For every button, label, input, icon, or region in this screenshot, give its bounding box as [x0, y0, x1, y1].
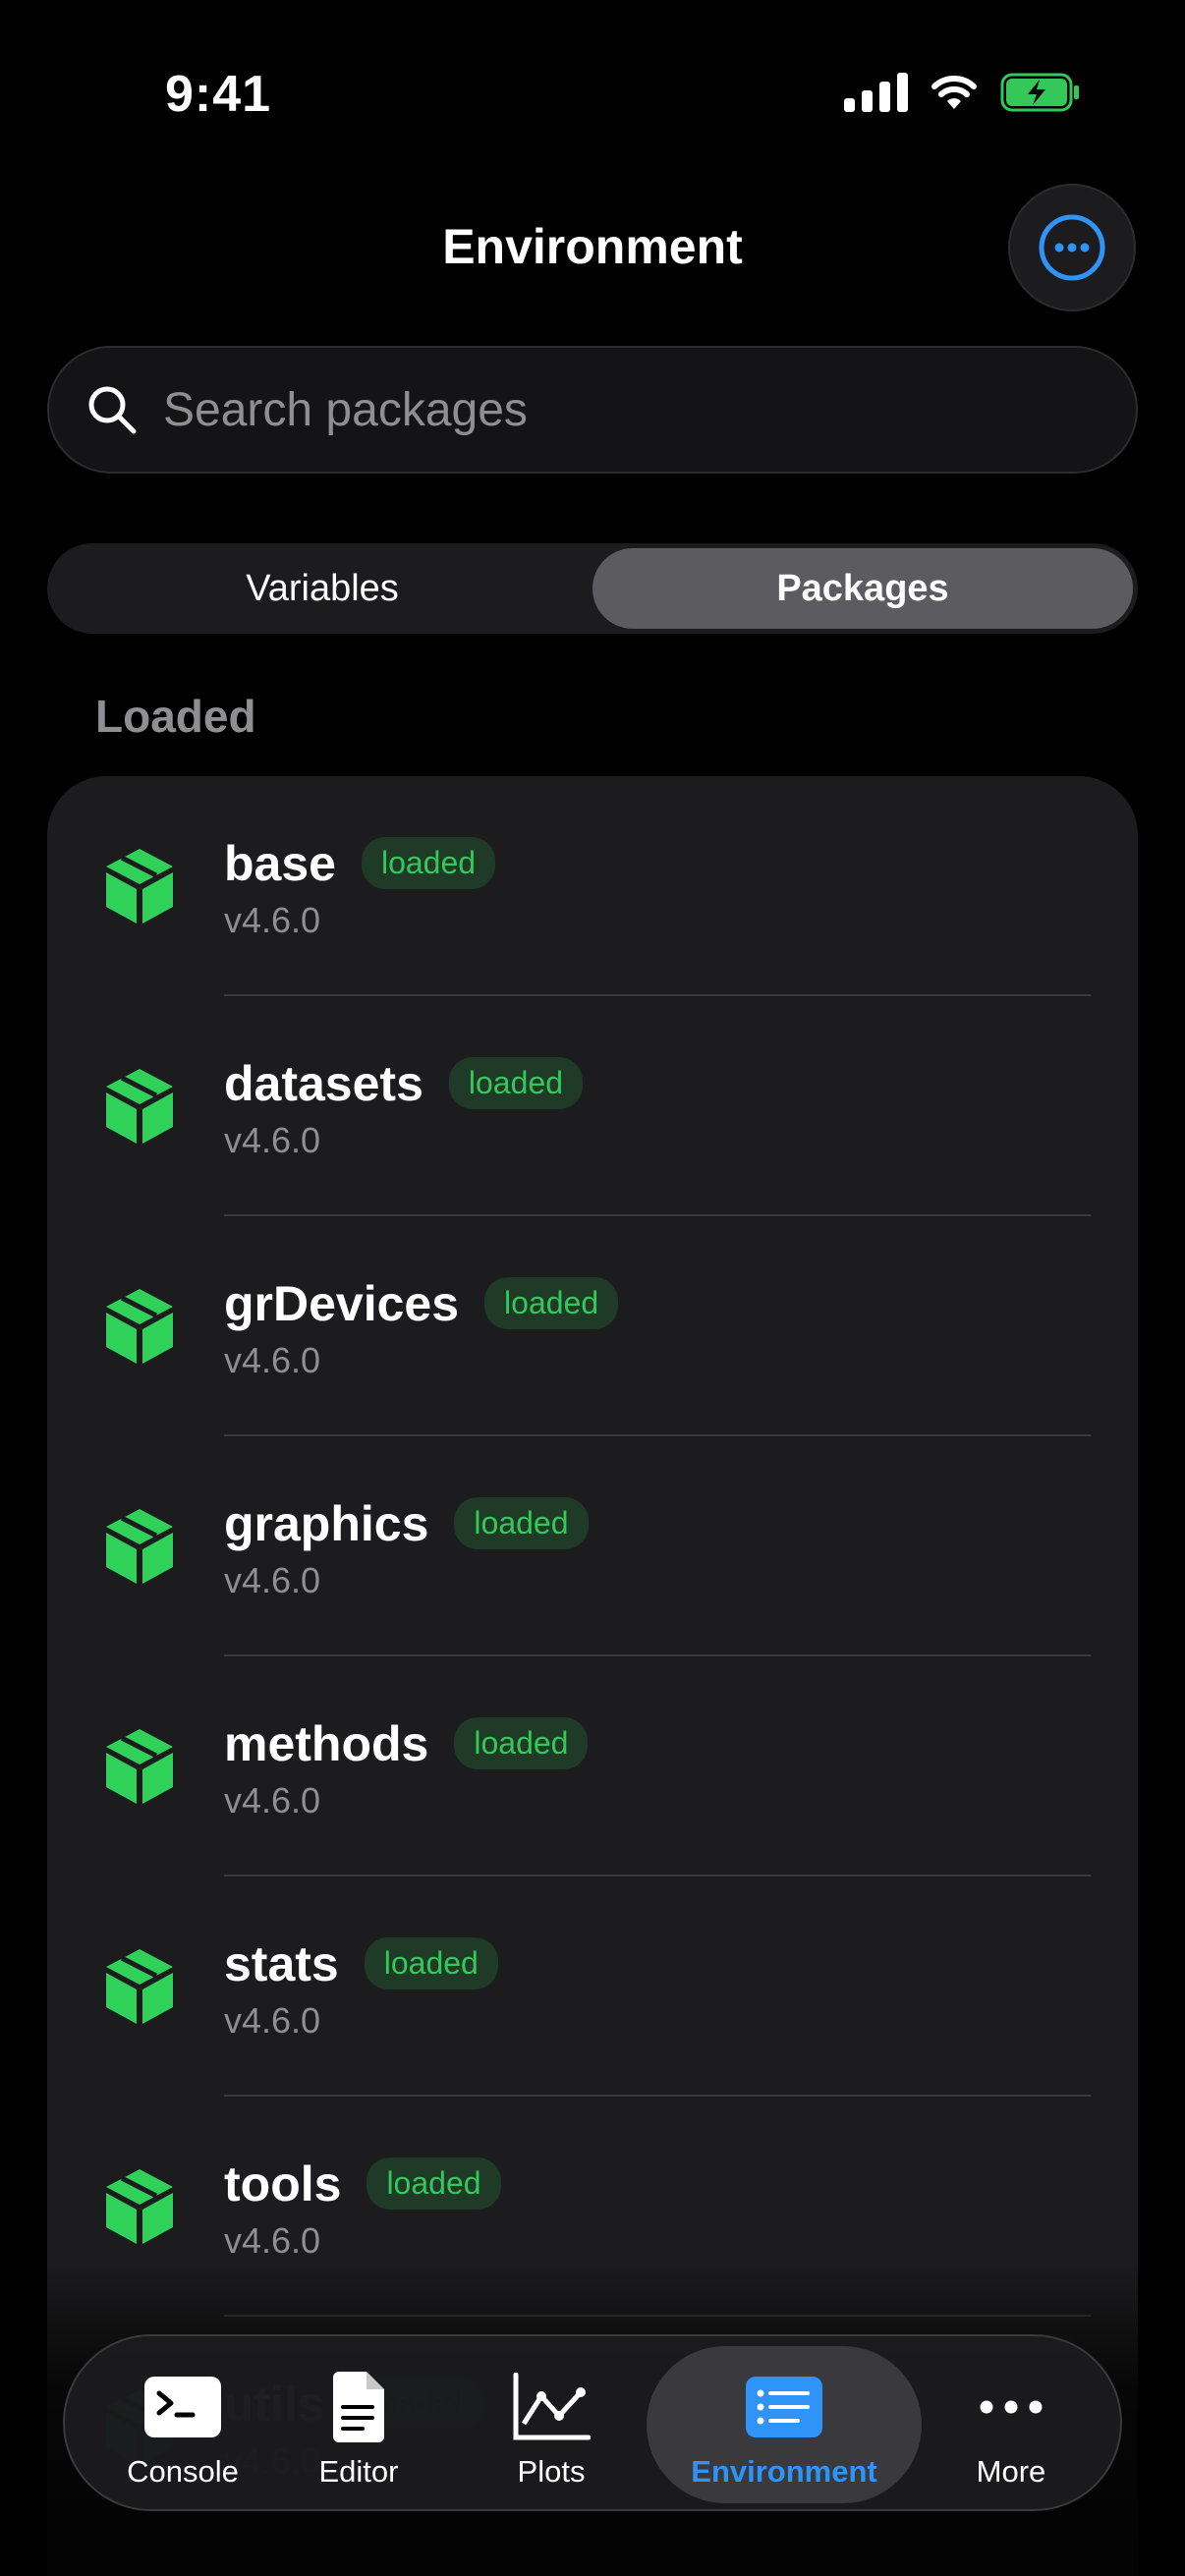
document-icon [329, 2370, 388, 2444]
ellipsis-icon [977, 2370, 1045, 2444]
segment-packages[interactable]: Packages [592, 548, 1133, 629]
section-header: Loaded [95, 691, 256, 742]
status-badge: loaded [361, 837, 496, 890]
package-row[interactable]: stats loaded v4.6.0 [47, 1876, 1138, 2097]
package-cube-icon [106, 1509, 173, 1584]
status-badge: loaded [364, 1937, 498, 1990]
package-name-text: datasets [224, 1056, 423, 1111]
package-version: v4.6.0 [224, 2220, 321, 2261]
terminal-icon [143, 2370, 222, 2444]
ellipsis-circle-icon [1039, 214, 1105, 281]
more-options-button[interactable] [1008, 184, 1136, 311]
package-name-text: base [224, 836, 336, 891]
package-row[interactable]: methods loaded v4.6.0 [47, 1656, 1138, 1876]
battery-charging-icon [1000, 73, 1079, 112]
package-cube-icon [106, 1729, 173, 1804]
package-name: stats loaded [224, 1935, 498, 1993]
package-name-text: methods [224, 1716, 429, 1771]
package-cube-icon [106, 2169, 173, 2244]
package-version: v4.6.0 [224, 2000, 321, 2041]
package-name: grDevices loaded [224, 1275, 619, 1333]
package-row[interactable]: datasets loaded v4.6.0 [47, 996, 1138, 1216]
status-icons [844, 73, 1081, 112]
status-badge: loaded [448, 1057, 583, 1110]
tab-more[interactable]: More [937, 2336, 1085, 2513]
status-bar: 9:41 [0, 0, 1185, 187]
segment-variables[interactable]: Variables [52, 548, 592, 629]
package-version: v4.6.0 [224, 1120, 321, 1160]
package-name-text: graphics [224, 1496, 429, 1551]
package-row[interactable]: base loaded v4.6.0 [47, 776, 1138, 996]
package-name-text: grDevices [224, 1276, 460, 1331]
tab-label: Editor [318, 2454, 399, 2489]
line-chart-icon [512, 2370, 591, 2444]
package-version: v4.6.0 [224, 1340, 321, 1380]
search-bar[interactable] [47, 346, 1138, 474]
package-name-text: tools [224, 2156, 342, 2212]
status-time: 9:41 [165, 66, 272, 123]
tab-environment[interactable]: Environment [647, 2336, 922, 2513]
tab-label: Plots [517, 2454, 586, 2489]
status-badge: loaded [454, 1717, 589, 1770]
package-version: v4.6.0 [224, 900, 321, 940]
package-version: v4.6.0 [224, 1560, 321, 1600]
cellular-signal-icon [844, 73, 908, 112]
package-row[interactable]: grDevices loaded v4.6.0 [47, 1216, 1138, 1436]
list-icon [745, 2370, 823, 2444]
package-name: graphics loaded [224, 1495, 589, 1553]
package-name-text: stats [224, 1936, 339, 1991]
tab-label: Environment [691, 2454, 877, 2489]
package-cube-icon [106, 1949, 173, 2024]
package-version: v4.6.0 [224, 1780, 321, 1820]
package-cube-icon [106, 1289, 173, 1364]
package-cube-icon [106, 1069, 173, 1144]
package-name: tools loaded [224, 2156, 501, 2213]
package-name: base loaded [224, 835, 496, 893]
status-badge: loaded [367, 2157, 501, 2211]
package-cube-icon [106, 849, 173, 924]
package-row[interactable]: graphics loaded v4.6.0 [47, 1436, 1138, 1656]
tab-console[interactable]: Console [94, 2336, 271, 2513]
tab-label: More [976, 2454, 1046, 2489]
wifi-icon [931, 76, 977, 109]
tab-editor[interactable]: Editor [285, 2336, 432, 2513]
status-badge: loaded [484, 1277, 619, 1330]
search-input[interactable] [163, 382, 1047, 437]
tab-plots[interactable]: Plots [478, 2336, 625, 2513]
status-badge: loaded [454, 1497, 589, 1550]
tab-label: Console [127, 2454, 239, 2489]
package-name: datasets loaded [224, 1055, 583, 1113]
segmented-control: Variables Packages [47, 543, 1138, 634]
tab-bar: Console Editor Plots Environment More [63, 2334, 1122, 2511]
package-name: methods loaded [224, 1715, 589, 1773]
screen: 9:41 Environment Search packages Variabl… [0, 0, 1185, 2576]
search-icon [88, 386, 137, 434]
